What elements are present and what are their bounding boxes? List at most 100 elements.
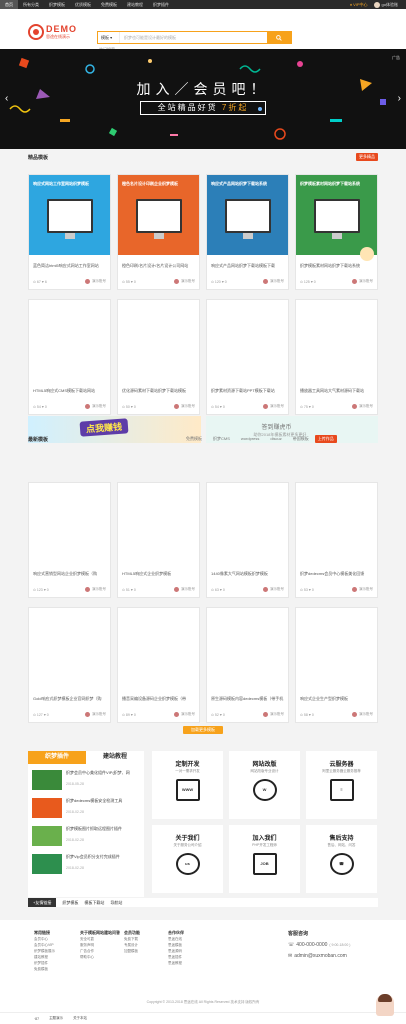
template-card[interactable]: Gold响应式织梦模板企业官网织梦（购 ⊙ 127 ♥ 0 演示账号 — [28, 607, 111, 723]
author-avatar — [85, 587, 90, 592]
nav-premium[interactable]: 优质模板 — [70, 0, 96, 9]
search-type-select[interactable]: 模板 ▾ — [98, 32, 120, 43]
vip-center-link[interactable]: ♦ VIP中心 — [350, 2, 368, 8]
card-thumbnail — [296, 608, 377, 688]
card-thumbnail: 响应式产品网站织梦下载站系统 — [207, 175, 288, 255]
template-card[interactable]: 播放器工具网站大气素材源码下载站 ⊙ 75 ♥ 0 演示账号 — [295, 299, 378, 415]
upload-button[interactable]: 上传作品 — [314, 435, 337, 443]
featured-section-header: 精品模板 更多精品 — [28, 152, 378, 162]
item-thumbnail — [32, 826, 62, 846]
job-icon: JOB — [252, 853, 277, 875]
avatar — [373, 1, 380, 8]
service-join[interactable]: 加入我们 PHP开发工程师 JOB — [229, 825, 300, 893]
site-logo[interactable]: DEMO 思途在线演示 — [28, 23, 78, 41]
nav-categories[interactable]: 所有分类 — [18, 0, 44, 9]
template-card[interactable]: 播音采编设备源码企业织梦模板（带 ⊙ 89 ♥ 0 演示账号 — [117, 607, 200, 723]
tab-free[interactable]: 免费模板 — [186, 436, 202, 442]
mail-icon: ✉ — [288, 953, 293, 959]
card-thumbnail — [118, 483, 199, 563]
friend-link[interactable]: 织梦模板 — [62, 900, 78, 906]
friend-link[interactable]: 导航站 — [110, 900, 122, 906]
template-card[interactable]: 原生源码模板内容dedecms模板（带手机 ⊙ 52 ♥ 0 演示账号 — [206, 607, 289, 723]
copyright: Copyright © 2013-2018 思途在线 All Rights Re… — [146, 1000, 260, 1004]
template-card[interactable]: 织梦模板素材网站织梦下载站系统 织梦模板素材网站织梦下载站系统 ⊙ 125 ♥ … — [295, 174, 378, 290]
tab-tutorials[interactable]: 建站教程 — [86, 751, 144, 764]
monitor-image — [47, 199, 93, 239]
bottom-bar: ·87 主题演示 关于本站 — [0, 1012, 406, 1024]
author-avatar — [263, 587, 268, 592]
template-card[interactable]: HTML5响应式CMS模板下载站网站 ⊙ 54 ♥ 0 演示账号 — [28, 299, 111, 415]
template-card[interactable]: 响应式产品网站织梦下载站系统 响应式产品网站织梦下载站模板下载 ⊙ 120 ♥ … — [206, 174, 289, 290]
list-item[interactable]: 织梦dedecms模板安全检测工具 2018-02-28 — [32, 798, 140, 820]
card-thumbnail — [296, 483, 377, 563]
author-avatar — [352, 279, 357, 284]
nav-home[interactable]: 首页 — [0, 0, 18, 9]
author-avatar — [352, 404, 357, 409]
template-card[interactable]: 织梦dedecms会员中心模板美化回馈 ⊙ 53 ♥ 0 演示账号 — [295, 482, 378, 598]
author-avatar — [174, 587, 179, 592]
card-thumbnail — [118, 608, 199, 688]
support-mascot-icon[interactable] — [376, 994, 394, 1016]
banner-next-arrow[interactable]: › — [398, 93, 401, 104]
template-card[interactable]: HTML5响应式企业织梦模板 ⊙ 51 ♥ 0 演示账号 — [117, 482, 200, 598]
template-card[interactable]: 橙色名片设计印刷企业织梦模板 橙色印刷/名片设计/名片设计公司网站 ⊙ 55 ♥… — [117, 174, 200, 290]
card-thumbnail — [207, 608, 288, 688]
tab-empire[interactable]: 帝国模板 — [293, 436, 309, 442]
friend-links: +友情链接 织梦模板 模板下载站 导航站 — [28, 898, 378, 907]
banner-subtitle: 全站精品好货 7折起 — [140, 101, 266, 115]
nav-free[interactable]: 免费模板 — [96, 0, 122, 9]
item-thumbnail — [32, 798, 62, 818]
service-redesign[interactable]: 网站改版 网站改版专业设计 W — [229, 751, 300, 819]
tab-plugins[interactable]: 织梦插件 — [28, 751, 86, 764]
footer-col-member: 会员功能 免费下载 专属设计 加盟模板 — [124, 930, 140, 953]
nav-dede-templates[interactable]: 织梦模板 — [44, 0, 70, 9]
list-item[interactable]: 织梦Vip会员积分支付完成插件 2018-02-28 — [32, 854, 140, 876]
top-navbar: 首页 所有分类 织梦模板 优质模板 免费模板 建站教程 织梦插件 ♦ VIP中心… — [0, 0, 406, 9]
search-button[interactable] — [267, 32, 291, 43]
banner-title: 加入／会员吧！ — [136, 81, 270, 97]
footer-col-partners: 合作伙伴 思途在线 思途模板 思途源码 思途插件 思途教程 — [168, 930, 184, 965]
search-input[interactable]: 织梦也可能是设计最好的模板 — [120, 32, 267, 43]
template-card[interactable]: 响应式企业生产型织梦模板 ⊙ 58 ♥ 0 演示账号 — [295, 607, 378, 723]
nav-tutorials[interactable]: 建站教程 — [122, 0, 148, 9]
card-thumbnail — [207, 483, 288, 563]
footer-col-about: 关于模板网站建站问答 安全可靠 服务声明 广告合作 帮助中心 — [80, 930, 120, 959]
service-cloud-server[interactable]: 云服务器 阿里云服务器云服务推荐 ≡ — [306, 751, 377, 819]
user-menu[interactable]: go体验账 — [373, 1, 398, 8]
www-icon: WWW — [175, 779, 200, 801]
template-card[interactable]: 1440像素大气网站模板织梦模板 ⊙ 63 ♥ 0 演示账号 — [206, 482, 289, 598]
email-row[interactable]: ✉ admin@xuxmoban.com — [288, 953, 350, 959]
load-more-button[interactable]: 加载更多模板 — [183, 726, 223, 734]
logo-icon — [28, 24, 44, 40]
template-card[interactable]: 织梦素材资源下载站PPT模板下载站 ⊙ 54 ♥ 0 演示账号 — [206, 299, 289, 415]
template-card[interactable]: 优化源码素材下载站织梦下载站模板 ⊙ 50 ♥ 0 演示账号 — [117, 299, 200, 415]
latest-grid: 响应式营销型网站企业织梦模板（购 ⊙ 123 ♥ 0 演示账号 HTML5响应式企业… — [28, 482, 378, 723]
tab-wordpress[interactable]: wordpress — [241, 436, 259, 442]
ad-tag: 广告 — [392, 55, 400, 60]
site-header: DEMO 思途在线演示 模板 ▾ 织梦也可能是设计最好的模板 热门搜索 — [0, 9, 406, 52]
author-avatar — [174, 404, 179, 409]
card-thumbnail — [29, 608, 110, 688]
author-avatar — [174, 712, 179, 717]
latest-section-header: 最新模板 免费模板 织梦CMS wordpress discuz 帝国模板 上传… — [28, 434, 378, 444]
template-card[interactable]: 响应式网站工作室网站织梦模板 蓝色简洁html5响应式网站工作室网站 ⊙ 67 … — [28, 174, 111, 290]
author-avatar — [85, 279, 90, 284]
server-icon: ≡ — [329, 779, 354, 801]
tab-dedecms[interactable]: 织梦CMS — [213, 436, 230, 442]
section-title: 精品模板 — [28, 154, 49, 161]
plugins-tutorials-panel: 织梦插件 建站教程 织梦会员中心美化组件VIP(织梦、网 2018-05-28 织… — [28, 751, 144, 897]
service-about[interactable]: 关于我们 关于服务公司介绍 us — [152, 825, 223, 893]
tab-discuz[interactable]: discuz — [270, 436, 281, 442]
banner-prev-arrow[interactable]: ‹ — [5, 93, 8, 104]
more-featured-button[interactable]: 更多精品 — [356, 153, 378, 161]
list-item[interactable]: 织梦模板图片抓取远程图片插件 2018-02-28 — [32, 826, 140, 848]
hero-banner[interactable]: 广告 加入／会员吧！ 全站精品好货 7折起 ‹ › — [0, 49, 406, 149]
nav-plugins[interactable]: 织梦插件 — [148, 0, 174, 9]
card-thumbnail: 橙色名片设计印刷企业织梦模板 — [118, 175, 199, 255]
template-card[interactable]: 响应式营销型网站企业织梦模板（购 ⊙ 123 ♥ 0 演示账号 — [28, 482, 111, 598]
service-support[interactable]: 售后支持 售后、网站、问答 ☎ — [306, 825, 377, 893]
friend-link[interactable]: 模板下载站 — [84, 900, 104, 906]
list-item[interactable]: 织梦会员中心美化组件VIP(织梦、网 2018-05-28 — [32, 770, 140, 792]
service-custom-dev[interactable]: 定制开发 一对一需求开发 WWW — [152, 751, 223, 819]
decorative-dot — [360, 247, 374, 261]
